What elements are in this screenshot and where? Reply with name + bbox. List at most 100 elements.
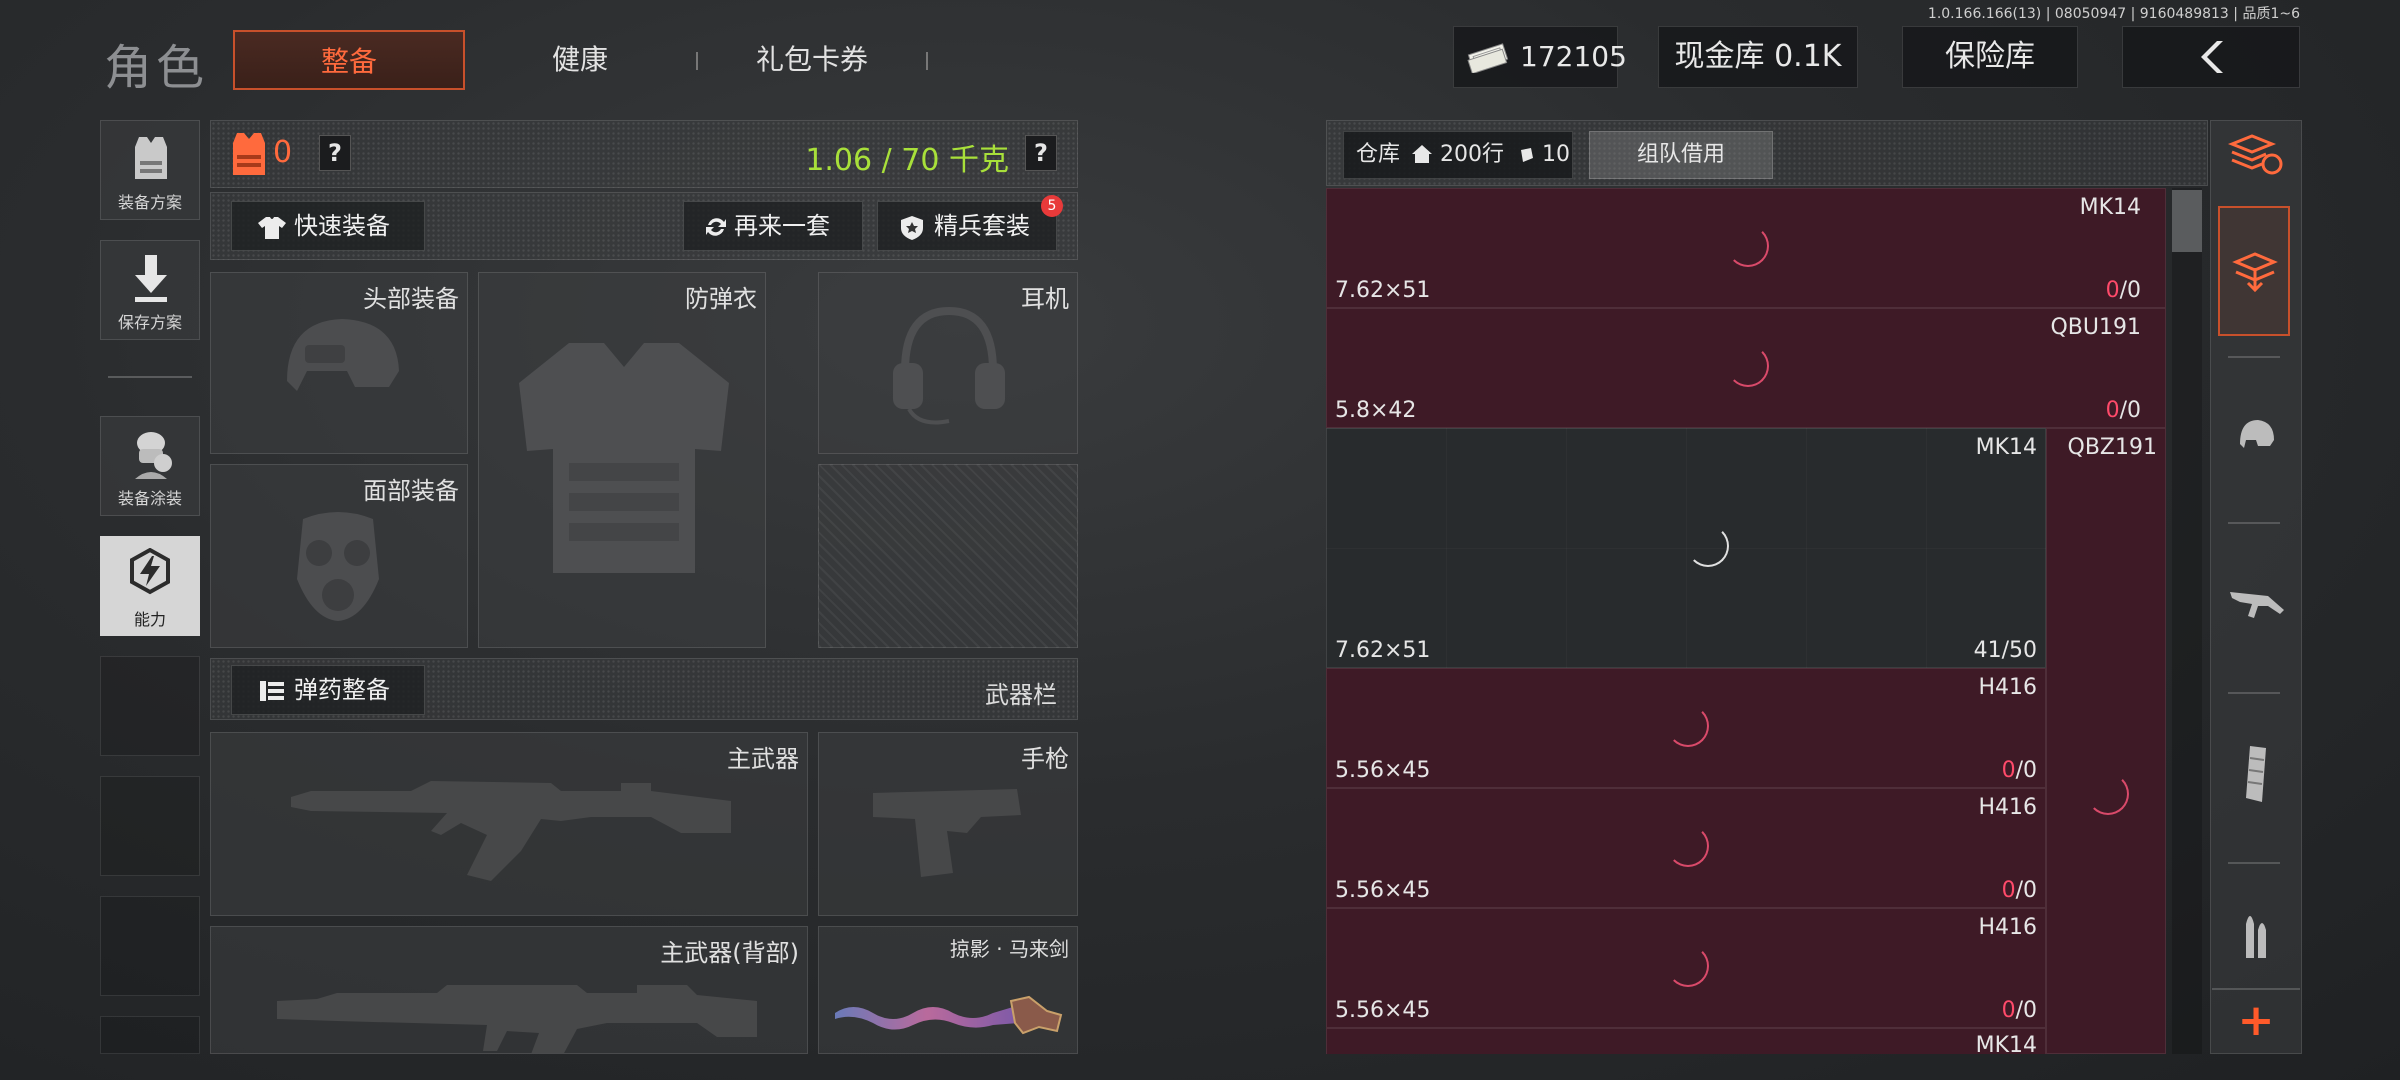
ammo-prep-label: 弹药整备 bbox=[294, 676, 390, 704]
magazine-icon bbox=[2246, 746, 2266, 802]
inventory-item[interactable]: MK14 bbox=[1326, 1028, 2046, 1054]
sidebar-item-label: 保存方案 bbox=[117, 313, 182, 332]
face-slot[interactable]: 面部装备 bbox=[210, 464, 468, 648]
tab-divider bbox=[696, 52, 698, 70]
rail-tab-all[interactable] bbox=[2218, 206, 2290, 336]
inventory-item[interactable]: H416 5.56×45 0/0 bbox=[1326, 788, 2046, 908]
safe-box-button[interactable]: 保险库 bbox=[1902, 26, 2078, 88]
empty-slot bbox=[100, 896, 200, 996]
armor-count: 0 bbox=[273, 135, 293, 170]
slot-label: 防弹衣 bbox=[685, 285, 757, 313]
gas-mask-icon bbox=[297, 512, 379, 621]
save-plan-button[interactable]: 保存方案 bbox=[100, 240, 200, 340]
inventory-item[interactable]: QBU191 5.8×42 0/0 bbox=[1326, 308, 2166, 428]
equipment-plan-button[interactable]: 装备方案 bbox=[100, 120, 200, 220]
shield-star-icon bbox=[901, 216, 923, 240]
rail-tab-magazine[interactable] bbox=[2218, 716, 2294, 836]
tab-gift-coupons[interactable]: 礼包卡券 bbox=[712, 30, 912, 90]
primary-weapon-slot[interactable]: 主武器 bbox=[210, 732, 808, 916]
rail-tab-helmet[interactable] bbox=[2218, 378, 2294, 498]
item-name: H416 bbox=[1978, 915, 2037, 940]
loading-spinner bbox=[1667, 825, 1709, 867]
item-ammo: 0/0 bbox=[2001, 998, 2037, 1023]
weight-help-button[interactable]: ? bbox=[1025, 135, 1057, 171]
slot-label: 主武器 bbox=[727, 745, 799, 773]
empty-slot bbox=[100, 1016, 200, 1054]
back-button[interactable] bbox=[2122, 26, 2300, 88]
elite-set-button[interactable]: 精兵套装 bbox=[877, 201, 1057, 251]
item-ammo: 0/0 bbox=[2105, 278, 2141, 303]
cash-vault-button[interactable]: 现金库 0.1K bbox=[1658, 26, 1858, 88]
inventory-item[interactable]: H416 5.56×45 0/0 bbox=[1326, 668, 2046, 788]
body-armor-slot[interactable]: 防弹衣 bbox=[478, 272, 766, 648]
equipment-skin-button[interactable]: 装备涂装 bbox=[100, 416, 200, 516]
equip-header: 0 ? 1.06 / 70 千克 ? bbox=[210, 120, 1078, 188]
rail-divider bbox=[2228, 522, 2280, 524]
loading-spinner bbox=[1727, 345, 1769, 387]
rail-divider bbox=[2228, 692, 2280, 694]
melee-slot[interactable]: 掠影 · 马来剑 bbox=[818, 926, 1078, 1054]
slot-label: 手枪 bbox=[1021, 745, 1069, 773]
loading-spinner bbox=[2087, 773, 2129, 815]
refresh-icon bbox=[706, 218, 726, 236]
vest-icon bbox=[135, 137, 167, 179]
pistol-slot[interactable]: 手枪 bbox=[818, 732, 1078, 916]
slot-label: 头部装备 bbox=[363, 285, 459, 313]
shirt-icon bbox=[258, 217, 286, 239]
inventory-item[interactable]: QBZ191 bbox=[2046, 428, 2166, 1054]
help-button[interactable]: ? bbox=[319, 135, 351, 171]
helmet-icon bbox=[287, 319, 399, 391]
item-caliber: 5.56×45 bbox=[1335, 998, 1431, 1023]
item-name: MK14 bbox=[2079, 195, 2141, 220]
chevron-left-icon bbox=[2201, 41, 2223, 73]
stack-download-icon bbox=[2232, 252, 2278, 293]
version-info: 1.0.166.166(13) | 08050947 | 9160489813 … bbox=[1927, 6, 2300, 22]
stack-refresh-button[interactable] bbox=[2226, 130, 2286, 180]
ammo-prep-button[interactable]: 弹药整备 bbox=[231, 665, 425, 715]
scrollbar-thumb[interactable] bbox=[2172, 190, 2202, 252]
weight-display: 1.06 / 70 千克 bbox=[805, 143, 1009, 178]
quick-equip-button[interactable]: 快速装备 bbox=[231, 201, 425, 251]
inventory-scrollbar[interactable] bbox=[2172, 188, 2202, 1054]
download-icon bbox=[135, 255, 167, 302]
warehouse-label: 仓库 bbox=[1356, 142, 1401, 167]
head-slot[interactable]: 头部装备 bbox=[210, 272, 468, 454]
weapon-bar-label: 武器栏 bbox=[985, 681, 1057, 709]
item-caliber: 5.56×45 bbox=[1335, 758, 1431, 783]
tab-equip[interactable]: 整备 bbox=[233, 30, 465, 90]
slot-label: 面部装备 bbox=[363, 477, 459, 505]
sidebar-item-label: 装备方案 bbox=[117, 193, 182, 212]
inventory-item[interactable]: MK14 7.62×51 0/0 bbox=[1326, 188, 2166, 308]
rail-tab-rifle[interactable] bbox=[2218, 546, 2294, 666]
headset-slot[interactable]: 耳机 bbox=[818, 272, 1078, 454]
add-button[interactable]: + bbox=[2212, 990, 2300, 1052]
rifle-icon bbox=[2230, 592, 2284, 618]
tab-divider bbox=[926, 52, 928, 70]
inventory-item[interactable]: H416 5.56×45 0/0 bbox=[1326, 908, 2046, 1028]
item-ammo: 0/0 bbox=[2001, 878, 2037, 903]
assault-rifle-icon bbox=[291, 781, 731, 881]
item-caliber: 5.56×45 bbox=[1335, 878, 1431, 903]
warehouse-filter[interactable]: 仓库 200行 10行 bbox=[1343, 131, 1573, 213]
pistol-icon bbox=[873, 789, 1021, 877]
carbine-icon bbox=[277, 985, 757, 1053]
stack-refresh-icon bbox=[2227, 134, 2283, 175]
headset-icon bbox=[893, 306, 1005, 425]
sidebar-divider bbox=[108, 376, 192, 378]
item-caliber: 7.62×51 bbox=[1335, 638, 1431, 663]
item-caliber: 7.62×51 bbox=[1335, 278, 1431, 303]
loading-spinner bbox=[1667, 705, 1709, 747]
item-name: MK14 bbox=[1975, 435, 2037, 460]
money-display: 172105 bbox=[1453, 26, 1627, 88]
primary-weapon-back-slot[interactable]: 主武器(背部) bbox=[210, 926, 808, 1054]
item-name: QBZ191 bbox=[2067, 435, 2157, 460]
kris-sword-icon bbox=[835, 995, 1063, 1035]
ticket-icon bbox=[1521, 148, 1534, 162]
again-button[interactable]: 再来一套 bbox=[683, 201, 863, 251]
tab-health[interactable]: 健康 bbox=[480, 30, 680, 90]
inventory-item[interactable]: MK14 7.62×51 41/50 bbox=[1326, 428, 2046, 668]
ability-button[interactable]: 能力 bbox=[100, 536, 200, 636]
rail-divider bbox=[2228, 862, 2280, 864]
rail-tab-ammo[interactable] bbox=[2218, 886, 2294, 976]
team-borrow-button[interactable]: 组队借用 bbox=[1589, 131, 1773, 179]
